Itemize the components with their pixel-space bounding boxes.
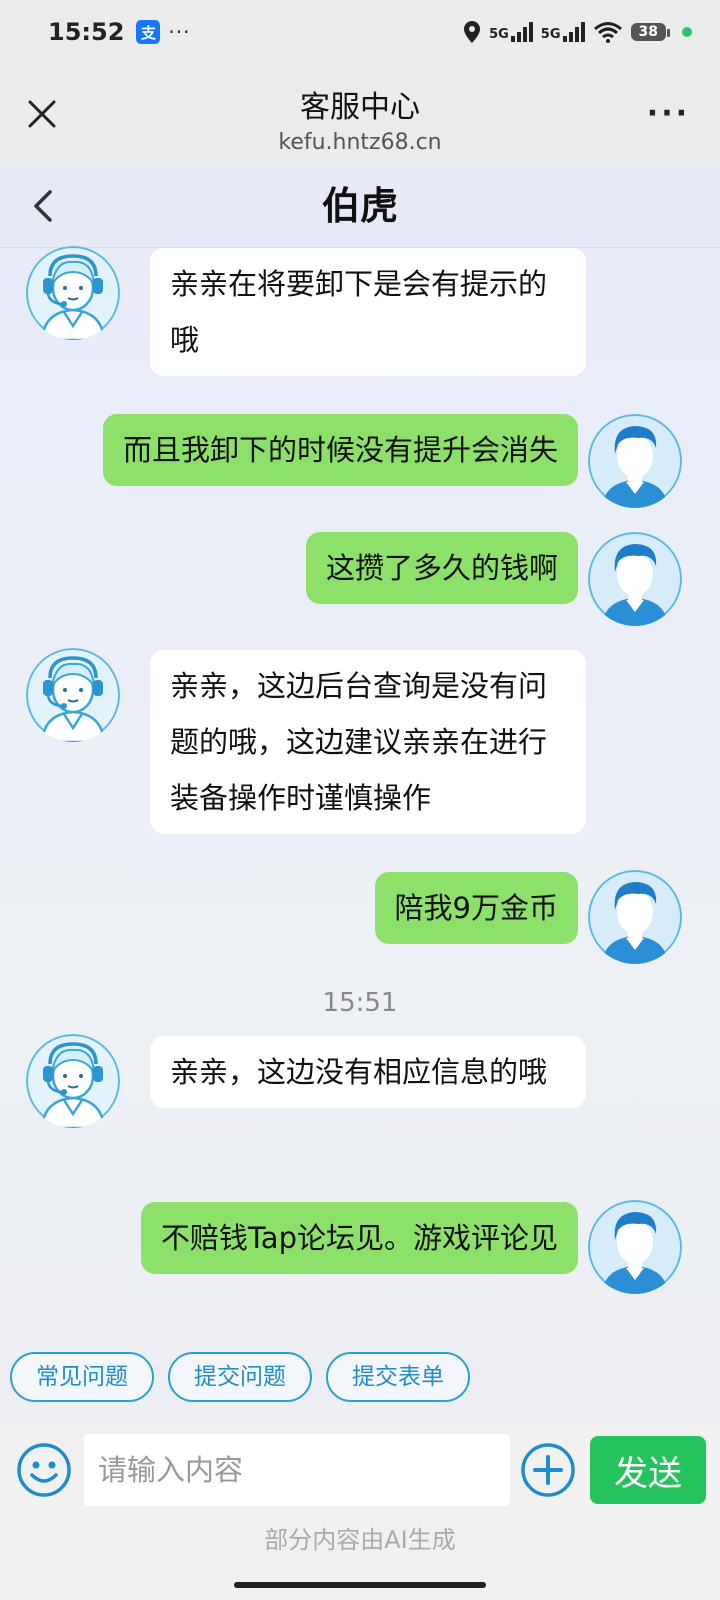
agent-avatar [26, 246, 120, 340]
message-input[interactable] [84, 1434, 510, 1506]
emoji-icon[interactable] [16, 1442, 72, 1498]
status-indicators: 5G 5G 38 [463, 20, 692, 44]
contact-name: 伯虎 [321, 184, 398, 228]
signal-icon-2: 5G [541, 22, 585, 42]
message-bubble-user: 不赔钱Tap论坛见。游戏评论见 [140, 1202, 578, 1274]
page-url: kefu.hntz68.cn [278, 130, 442, 155]
send-button[interactable]: 发送 [590, 1436, 706, 1504]
message-bubble-user: 这攒了多久的钱啊 [305, 532, 578, 604]
user-avatar [588, 414, 682, 508]
submit-form-button[interactable]: 提交表单 [326, 1352, 470, 1402]
ai-disclaimer: 部分内容由AI生成 [264, 1526, 456, 1554]
page-title: 客服中心 [300, 90, 420, 125]
user-avatar [588, 870, 682, 964]
message-bubble-agent: 亲亲，这边后台查询是没有问题的哦，这边建议亲亲在进行装备操作时谨慎操作 [150, 650, 586, 834]
message-bubble-user: 而且我卸下的时候没有提升会消失 [102, 414, 578, 486]
chat-nav-bar: 伯虎 [0, 164, 720, 248]
message-timestamp: 15:51 [322, 988, 398, 1018]
message-bubble-user: 陪我9万金币 [374, 872, 578, 944]
user-avatar [588, 1200, 682, 1294]
status-time: 15:52 [48, 18, 125, 46]
agent-avatar [26, 648, 120, 742]
add-attachment-icon[interactable] [520, 1442, 576, 1498]
signal-icon: 5G [489, 22, 533, 42]
more-options-icon[interactable]: ··· [647, 99, 690, 129]
input-bar: 发送 部分内容由AI生成 [0, 1424, 720, 1600]
location-icon [464, 21, 481, 43]
privacy-indicator-dot [682, 27, 692, 37]
alipay-icon: 支 [136, 20, 161, 44]
chat-messages-area[interactable]: 亲亲在将要卸下是会有提示的哦 而且我卸下的时候没有提升会消失 这攒了多久的钱啊 … [0, 248, 720, 1424]
quick-actions: 常见问题 提交问题 提交表单 [10, 1352, 470, 1402]
agent-avatar [26, 1034, 120, 1128]
user-avatar [588, 532, 682, 626]
notification-dots: ··· [168, 20, 191, 44]
browser-header: 客服中心 kefu.hntz68.cn ··· [0, 64, 720, 164]
home-indicator[interactable] [234, 1582, 486, 1588]
back-arrow-icon[interactable] [28, 186, 58, 226]
battery-icon: 38 [630, 23, 671, 41]
message-bubble-agent: 亲亲，这边没有相应信息的哦 [150, 1036, 586, 1108]
faq-button[interactable]: 常见问题 [10, 1352, 154, 1402]
message-bubble-agent: 亲亲在将要卸下是会有提示的哦 [150, 248, 586, 376]
wifi-icon [593, 22, 622, 43]
submit-question-button[interactable]: 提交问题 [168, 1352, 312, 1402]
status-bar: 15:52 支 ··· 5G 5G 38 [0, 0, 720, 64]
close-icon[interactable] [24, 96, 60, 132]
